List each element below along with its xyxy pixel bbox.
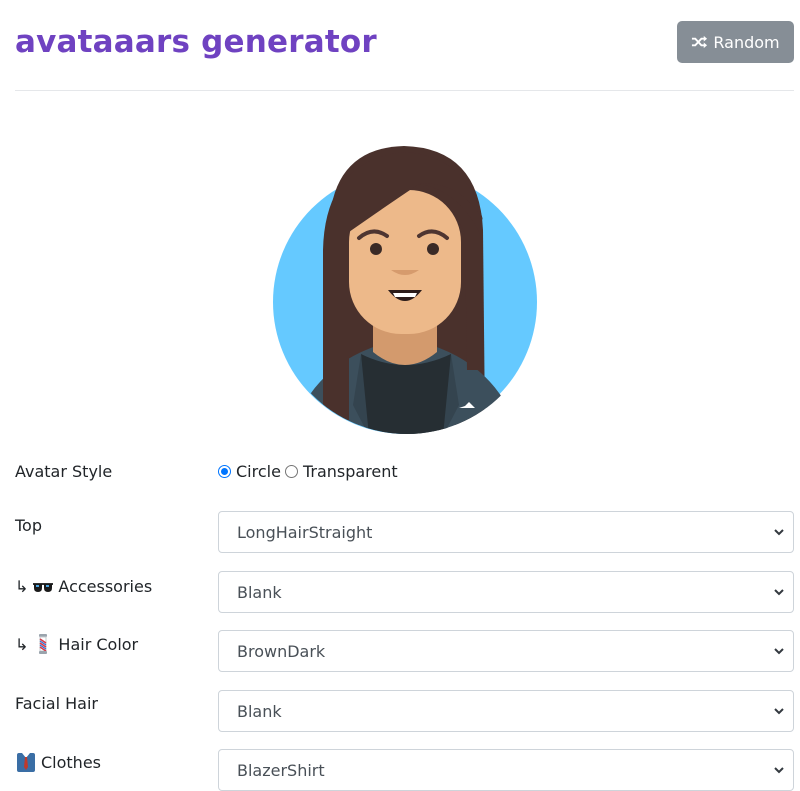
shirt-tie-icon [17, 753, 35, 772]
clothes-label: Clothes [41, 752, 101, 772]
accessories-label-group: ↳ Accessories [15, 575, 152, 597]
page-title: avataaars generator [15, 24, 377, 60]
top-label: Top [15, 516, 42, 535]
chevron-down-icon [774, 767, 784, 774]
facial-hair-select[interactable]: Blank [218, 690, 794, 732]
avatar-preview [269, 140, 541, 440]
eye-left [370, 243, 382, 255]
sunglasses-icon [33, 583, 54, 592]
clothes-label-group: Clothes [15, 751, 101, 773]
clothes-select[interactable]: BlazerShirt [218, 749, 794, 791]
hair-color-label: Hair Color [58, 634, 139, 654]
accessories-select[interactable]: Blank [218, 571, 794, 613]
top-select-value: LongHairStraight [237, 522, 373, 542]
shuffle-icon [692, 35, 708, 49]
facial-hair-label: Facial Hair [15, 694, 98, 713]
hair-color-select[interactable]: BrownDark [218, 630, 794, 672]
top-select[interactable]: LongHairStraight [218, 511, 794, 553]
chevron-down-icon [774, 589, 784, 596]
accessories-label: Accessories [58, 576, 153, 596]
teeth [393, 293, 417, 297]
sub-option-arrow: ↳ [15, 634, 29, 654]
facial-hair-select-value: Blank [237, 701, 282, 721]
radio-transparent[interactable] [284, 465, 298, 478]
radio-transparent-label[interactable]: Transparent [303, 462, 398, 481]
hair-color-select-value: BrownDark [237, 641, 326, 661]
page-header: avataaars generator Random [15, 0, 794, 91]
avatar-style-options: Circle Transparent [218, 462, 402, 481]
shirt [361, 354, 451, 434]
radio-circle[interactable] [218, 465, 231, 478]
clothes-select-value: BlazerShirt [237, 760, 325, 780]
barber-pole-icon [39, 634, 48, 654]
random-button[interactable]: Random [677, 21, 794, 63]
eye-right [427, 243, 439, 255]
hair-color-label-group: ↳ Hair Color [15, 633, 138, 655]
chevron-down-icon [774, 529, 784, 536]
chevron-down-icon [774, 648, 784, 655]
sub-option-arrow: ↳ [15, 576, 29, 596]
accessories-select-value: Blank [237, 582, 282, 602]
chevron-down-icon [774, 708, 784, 715]
avatar-image [273, 146, 537, 434]
radio-circle-label[interactable]: Circle [236, 462, 281, 481]
random-button-label: Random [713, 32, 780, 52]
avatar-style-label: Avatar Style [15, 462, 113, 481]
